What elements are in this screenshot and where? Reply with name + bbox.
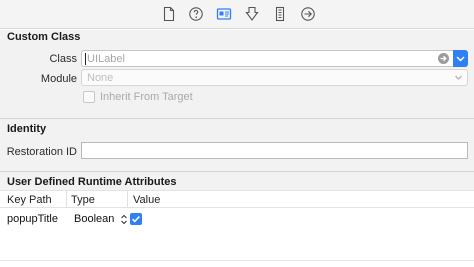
identity-title: Identity xyxy=(7,123,47,135)
module-combo-box[interactable]: None xyxy=(81,69,468,86)
class-placeholder: UILabel xyxy=(87,53,125,65)
restoration-id-field[interactable] xyxy=(81,142,468,159)
restoration-id-label: Restoration ID xyxy=(6,146,77,158)
module-dropdown-chevron-icon[interactable] xyxy=(454,73,463,85)
table-top-border xyxy=(0,190,474,191)
runtime-attributes-title: User Defined Runtime Attributes xyxy=(7,176,177,188)
class-label: Class xyxy=(49,53,77,65)
inherit-from-target-checkbox[interactable] xyxy=(83,91,95,103)
file-inspector-icon[interactable] xyxy=(161,6,177,22)
class-dropdown-button[interactable] xyxy=(453,50,468,67)
quick-help-icon[interactable] xyxy=(188,6,204,22)
table-bottom-border xyxy=(0,260,474,261)
go-to-class-arrow-icon[interactable] xyxy=(438,53,449,64)
inherit-from-target-row: Inherit From Target xyxy=(83,91,193,103)
row-type[interactable]: Boolean xyxy=(74,213,114,225)
text-cursor xyxy=(85,53,86,65)
type-popup-stepper-icon[interactable] xyxy=(120,214,128,228)
column-header-value[interactable]: Value xyxy=(133,194,160,206)
attributes-inspector-icon[interactable] xyxy=(244,6,260,22)
table-header-border xyxy=(0,207,474,208)
module-placeholder: None xyxy=(87,72,114,84)
custom-class-title: Custom Class xyxy=(7,31,81,43)
column-header-key-path[interactable]: Key Path xyxy=(7,194,52,206)
column-header-type[interactable]: Type xyxy=(71,194,95,206)
inspector-toolbar xyxy=(0,0,474,29)
inherit-from-target-label: Inherit From Target xyxy=(100,91,193,103)
connections-inspector-icon[interactable] xyxy=(300,6,316,22)
column-separator xyxy=(66,190,67,207)
column-separator xyxy=(127,190,128,207)
row-key-path[interactable]: popupTitle xyxy=(7,213,58,225)
class-combo-box[interactable]: UILabel xyxy=(81,50,468,67)
identity-inspector-icon[interactable] xyxy=(216,6,232,22)
size-inspector-icon[interactable] xyxy=(272,6,288,22)
row-value-checkbox[interactable] xyxy=(130,213,142,225)
module-label: Module xyxy=(40,73,77,85)
